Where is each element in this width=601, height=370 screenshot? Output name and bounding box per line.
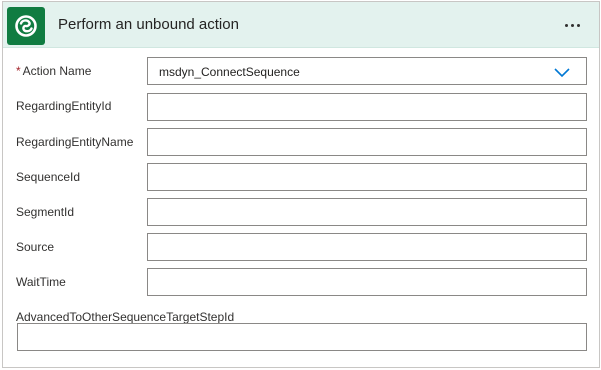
advanced-target-step-id-label: AdvancedToOtherSequenceTargetStepId	[16, 310, 235, 324]
source-input[interactable]	[147, 233, 587, 261]
source-label: Source	[16, 240, 55, 254]
chevron-down-icon[interactable]	[554, 65, 570, 79]
action-name-dropdown[interactable]: msdyn_ConnectSequence	[147, 57, 587, 85]
sequence-id-input[interactable]	[147, 163, 587, 191]
action-title: Perform an unbound action	[58, 16, 239, 33]
wait-time-label: WaitTime	[16, 275, 66, 289]
wait-time-input[interactable]	[147, 268, 587, 296]
action-name-label-text: Action Name	[22, 64, 92, 78]
advanced-target-step-id-input[interactable]	[17, 323, 587, 351]
regarding-entity-name-input[interactable]	[147, 128, 587, 156]
required-marker: *	[16, 64, 21, 78]
regarding-entity-id-input[interactable]	[147, 93, 587, 121]
action-name-label: * Action Name	[16, 64, 91, 78]
action-card: Perform an unbound action * Action Name m…	[2, 1, 600, 368]
segment-id-input[interactable]	[147, 198, 587, 226]
action-name-value: msdyn_ConnectSequence	[159, 65, 300, 79]
regarding-entity-id-label: RegardingEntityId	[16, 99, 112, 113]
segment-id-label: SegmentId	[16, 205, 75, 219]
sequence-id-label: SequenceId	[16, 170, 81, 184]
action-header[interactable]: Perform an unbound action	[3, 2, 599, 48]
ellipsis-icon[interactable]	[559, 12, 585, 38]
regarding-entity-name-label: RegardingEntityName	[16, 135, 134, 149]
dataverse-logo-icon	[7, 7, 45, 45]
